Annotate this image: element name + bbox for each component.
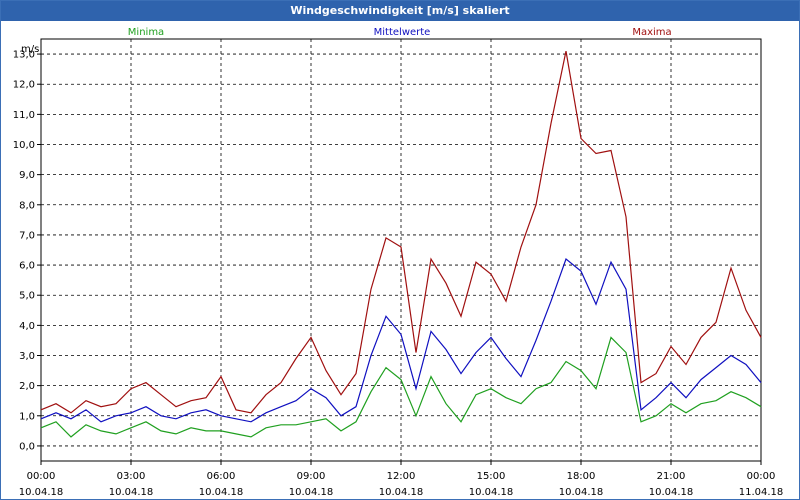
y-tick-label: 9,0 (19, 170, 35, 181)
legend-minima: Minima (128, 27, 164, 38)
x-tick-date: 10.04.18 (469, 487, 514, 498)
y-tick-label: 8,0 (19, 200, 35, 211)
wind-speed-chart: 0,0 1,0 2,0 3,0 4,0 5,0 6,0 7,0 8,0 9,0 10,0 11,0 12… (13, 27, 784, 498)
x-tick-date: 10.04.18 (199, 487, 244, 498)
y-tick-label: 5,0 (19, 291, 35, 302)
legend: Minima Mittelwerte Maxima (128, 27, 672, 38)
x-tick-time: 18:00 (567, 471, 596, 482)
chart-window: Windgeschwindigkeit [m/s] skaliert 0,0 1,… (0, 0, 800, 500)
legend-maxima: Maxima (632, 27, 671, 38)
x-tick-time: 00:00 (27, 471, 56, 482)
y-tick-label: 10,0 (13, 140, 35, 151)
legend-mittelwerte: Mittelwerte (374, 27, 431, 38)
y-tick-label: 4,0 (19, 321, 35, 332)
x-tick-time: 12:00 (387, 471, 416, 482)
x-tick-time: 00:00 (747, 471, 776, 482)
x-tick-date: 10.04.18 (109, 487, 154, 498)
x-tick-time: 03:00 (117, 471, 146, 482)
x-axis: 00:00 10.04.18 03:00 10.04.18 06:00 10.04.18 0… (19, 461, 784, 498)
y-tick-label: 0,0 (19, 441, 35, 452)
x-tick-date: 10.04.18 (649, 487, 694, 498)
y-tick-label: 7,0 (19, 230, 35, 241)
y-tick-label: 2,0 (19, 381, 35, 392)
x-tick-date: 10.04.18 (379, 487, 424, 498)
y-axis: 0,0 1,0 2,0 3,0 4,0 5,0 6,0 7,0 8,0 9,0 10,0 11,0 12… (13, 50, 41, 452)
x-tick-date: 11.04.18 (739, 487, 784, 498)
y-tick-label: 3,0 (19, 351, 35, 362)
x-tick-date: 10.04.18 (559, 487, 604, 498)
x-tick-time: 15:00 (477, 471, 506, 482)
y-tick-label: 6,0 (19, 261, 35, 272)
x-tick-time: 09:00 (297, 471, 326, 482)
x-tick-time: 21:00 (657, 471, 686, 482)
x-tick-date: 10.04.18 (289, 487, 334, 498)
y-tick-label: 11,0 (13, 110, 35, 121)
y-tick-label: 12,0 (13, 80, 35, 91)
x-tick-time: 06:00 (207, 471, 236, 482)
x-tick-date: 10.04.18 (19, 487, 64, 498)
y-tick-label: 1,0 (19, 411, 35, 422)
y-axis-unit: m/s (21, 44, 39, 55)
